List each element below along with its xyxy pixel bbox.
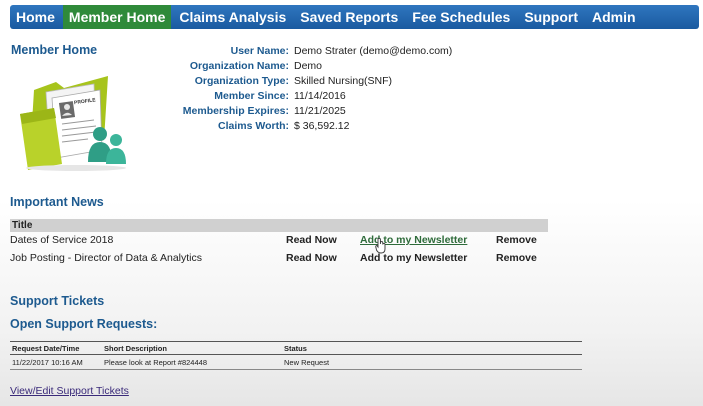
support-requests-table: Request Date/Time Short Description Stat… — [10, 341, 582, 370]
info-label: Claims Worth: — [218, 119, 289, 132]
news-row: Job Posting - Director of Data & Analyti… — [10, 252, 550, 267]
news-title: Dates of Service 2018 — [10, 234, 114, 246]
support-tickets-heading: Support Tickets — [10, 294, 105, 308]
info-label: Organization Type: — [194, 74, 289, 87]
request-status: New Request — [284, 357, 330, 367]
info-value: Demo Strater (demo@demo.com) — [294, 44, 453, 57]
open-support-requests-heading: Open Support Requests: — [10, 317, 158, 331]
remove-link[interactable]: Remove — [496, 252, 537, 264]
nav-support[interactable]: Support — [518, 5, 584, 29]
column-request-date: Request Date/Time — [12, 343, 80, 353]
info-label: User Name: — [230, 44, 289, 57]
nav-admin[interactable]: Admin — [586, 5, 642, 29]
hand-cursor-icon — [375, 238, 386, 254]
read-now-link[interactable]: Read Now — [286, 234, 337, 246]
read-now-link[interactable]: Read Now — [286, 252, 337, 264]
info-row-claims-worth: Claims Worth: $ 36,592.12 — [150, 118, 452, 133]
info-value: Demo — [294, 59, 323, 72]
column-status: Status — [284, 343, 307, 353]
nav-fee-schedules[interactable]: Fee Schedules — [406, 5, 516, 29]
info-label: Membership Expires: — [182, 104, 289, 117]
info-value: Skilled Nursing(SNF) — [294, 74, 393, 87]
profile-folder-icon: PROFILE — [20, 76, 126, 171]
request-description: Please look at Report #824448 — [104, 357, 207, 367]
table-row[interactable]: 11/22/2017 10:16 AM Please look at Repor… — [10, 355, 582, 370]
info-value: 11/14/2016 — [294, 89, 346, 102]
remove-link[interactable]: Remove — [496, 234, 537, 246]
main-nav: Home Member Home Claims Analysis Saved R… — [10, 5, 699, 29]
info-value: $ 36,592.12 — [294, 119, 350, 132]
nav-saved-reports[interactable]: Saved Reports — [294, 5, 404, 29]
view-edit-support-tickets-link[interactable]: View/Edit Support Tickets — [10, 385, 129, 397]
news-title-column: Title — [12, 220, 33, 231]
important-news-heading: Important News — [10, 195, 104, 209]
info-row-member-since: Member Since: 11/14/2016 — [150, 88, 452, 103]
table-header: Request Date/Time Short Description Stat… — [10, 341, 582, 355]
news-row: Dates of Service 2018 Read Now Add to my… — [10, 234, 550, 249]
column-short-description: Short Description — [104, 343, 167, 353]
member-home-heading: Member Home — [11, 43, 98, 57]
nav-claims-analysis[interactable]: Claims Analysis — [173, 5, 292, 29]
info-row-user-name: User Name: Demo Strater (demo@demo.com) — [150, 43, 453, 58]
info-row-membership-expires: Membership Expires: 11/21/2025 — [150, 103, 452, 118]
info-row-organization-type: Organization Type: Skilled Nursing(SNF) — [150, 73, 452, 88]
info-label: Organization Name: — [189, 59, 289, 72]
news-table-header: Title — [10, 219, 548, 232]
info-value: 11/21/2025 — [294, 104, 346, 117]
info-row-organization-name: Organization Name: Demo — [150, 58, 452, 73]
info-label: Member Since: — [214, 89, 289, 102]
member-info: User Name: Demo Strater (demo@demo.com) … — [150, 43, 453, 133]
nav-member-home[interactable]: Member Home — [62, 5, 172, 29]
news-title: Job Posting - Director of Data & Analyti… — [10, 252, 202, 264]
request-date: 11/22/2017 10:16 AM — [12, 357, 83, 367]
nav-home[interactable]: Home — [10, 5, 61, 29]
